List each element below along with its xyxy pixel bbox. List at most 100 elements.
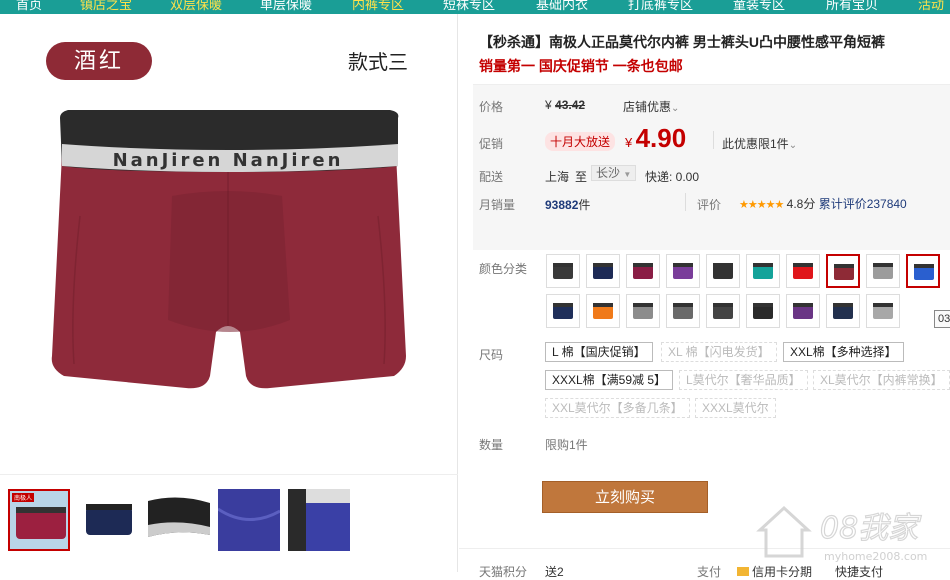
size-option[interactable]: XXXL莫代尔 [695, 398, 776, 418]
sales-count: 93882 [545, 198, 579, 212]
size-option[interactable]: XXL棉【多种选择】 [783, 342, 904, 362]
swatch-waistband [914, 264, 934, 268]
size-option[interactable]: XL莫代尔【内裤常换】 [813, 370, 950, 390]
swatch-waistband [553, 303, 573, 307]
nav-item-double-warm[interactable]: 双层保暖 [170, 0, 222, 13]
style-label: 款式三 [348, 52, 408, 74]
color-badge: 酒红 [46, 42, 152, 80]
swatch-waistband [673, 303, 693, 307]
size-option[interactable]: XL 棉【闪电发货】 [661, 342, 777, 362]
sales-label: 月销量 [479, 198, 516, 212]
divider [713, 131, 714, 149]
color-swatch[interactable] [706, 294, 740, 328]
color-swatch[interactable] [786, 294, 820, 328]
swatch-waistband [673, 263, 693, 267]
city-value: 长沙 [596, 166, 621, 180]
swatch-waistband [713, 303, 733, 307]
rating: ★★★★★ 4.8分 累计评价237840 [739, 195, 907, 212]
swatch-waistband [633, 263, 653, 267]
product-image[interactable]: NanJiren NanJiren [50, 106, 406, 406]
promo-label: 促销 [479, 137, 504, 151]
color-swatch[interactable] [666, 294, 700, 328]
swatch-waistband [633, 303, 653, 307]
product-info: 【秒杀通】南极人正品莫代尔内裤 男士裤头U凸中腰性感平角短裤 销量第一 国庆促销… [459, 14, 950, 579]
color-swatch[interactable] [586, 294, 620, 328]
price-label: 价格 [479, 100, 504, 114]
thumbnail-2[interactable] [78, 489, 140, 551]
nav-item-socks[interactable]: 短袜专区 [443, 0, 495, 13]
color-swatch[interactable] [546, 254, 580, 288]
sales-unit: 件 [578, 198, 591, 212]
swatch-waistband [793, 303, 813, 307]
limit-dropdown[interactable]: 此优惠限1件⌄ [722, 135, 797, 152]
color-label: 颜色分类 [479, 262, 528, 276]
color-swatch[interactable] [706, 254, 740, 288]
original-price: ¥ 43.42 [545, 98, 585, 112]
star-rating-icon: ★★★★★ [739, 199, 784, 211]
product-title: 【秒杀通】南极人正品莫代尔内裤 男士裤头U凸中腰性感平角短裤 [479, 34, 885, 50]
color-swatch[interactable] [666, 254, 700, 288]
size-option[interactable]: XXXL棉【满59减 5】 [545, 370, 674, 390]
promo-tag: 十月大放送 [545, 132, 616, 151]
color-swatch[interactable] [906, 254, 940, 288]
product-subtitle: 销量第一 国庆促销节 一条也包邮 [479, 58, 683, 74]
watermark-title: 08我家 [820, 511, 922, 546]
swatch-waistband [593, 303, 613, 307]
color-swatch[interactable] [626, 254, 660, 288]
color-swatch[interactable] [826, 294, 860, 328]
sales-count-wrap: 93882件 [545, 196, 590, 213]
triangle-down-icon: ▼ [623, 170, 632, 179]
nav-item-home[interactable]: 首页 [16, 0, 42, 13]
nav-item-leggings[interactable]: 打底裤专区 [628, 0, 693, 13]
quantity-label: 数量 [479, 438, 504, 452]
swatch-waistband [873, 303, 893, 307]
thumbnail-3[interactable] [148, 489, 210, 551]
rating-score: 4.8分 [786, 197, 816, 211]
nav-item-underwear[interactable]: 内裤专区 [352, 0, 404, 13]
watermark-logo: 08我家 myhome2008.com [756, 505, 927, 563]
thumb-brand-mark: 南极人 [14, 494, 32, 502]
nav-item-all[interactable]: 所有宝贝 [826, 0, 878, 13]
color-swatch[interactable] [746, 254, 780, 288]
nav-item-events[interactable]: 活动 [918, 0, 944, 13]
delivery-label: 配送 [479, 170, 504, 184]
swatch-waistband [753, 303, 773, 307]
color-swatch[interactable] [546, 294, 580, 328]
thumbnail-1[interactable]: 南极人 [8, 489, 70, 551]
tooltip: 03 [934, 310, 950, 328]
nav-item-kids[interactable]: 童装专区 [733, 0, 785, 13]
swatch-waistband [873, 263, 893, 267]
current-price: ¥ 4.90 [625, 123, 686, 154]
size-label: 尺码 [479, 348, 504, 362]
store-discount-label: 店铺优惠 [623, 100, 672, 114]
size-option[interactable]: L 棉【国庆促销】 [545, 342, 653, 362]
swatch-waistband [553, 263, 573, 267]
nav-item-featured[interactable]: 镇店之宝 [80, 0, 132, 13]
thumbnail-strip: 南极人 [0, 474, 458, 572]
swatch-waistband [793, 263, 813, 267]
color-swatch[interactable] [826, 254, 860, 288]
buy-now-button[interactable]: 立刻购买 [542, 481, 708, 513]
currency-symbol: ¥ [545, 98, 552, 112]
color-swatch[interactable] [746, 294, 780, 328]
product-gallery: 酒红 款式三 NanJiren NanJiren 南极人 [0, 14, 458, 572]
color-swatch[interactable] [786, 254, 820, 288]
color-swatch[interactable] [586, 254, 620, 288]
top-nav: 首页 镇店之宝 双层保暖 单层保暖 内裤专区 短袜专区 基础内衣 打底裤专区 童… [0, 0, 950, 14]
color-swatch[interactable] [866, 254, 900, 288]
store-discount-dropdown[interactable]: 店铺优惠⌄ [623, 98, 679, 115]
nav-item-basics[interactable]: 基础内衣 [536, 0, 588, 13]
swatch-waistband [593, 263, 613, 267]
original-price-value: 43.42 [555, 98, 586, 112]
thumbnail-5[interactable] [288, 489, 350, 551]
size-option[interactable]: L莫代尔【奢华品质】 [679, 370, 808, 390]
color-swatch[interactable] [866, 294, 900, 328]
limit-note: 此优惠限1件 [722, 137, 789, 151]
size-option[interactable]: XXL莫代尔【多备几条】 [545, 398, 690, 418]
review-count-link[interactable]: 累计评价237840 [819, 197, 907, 211]
swatch-waistband [713, 263, 733, 267]
nav-item-single-warm[interactable]: 单层保暖 [260, 0, 312, 13]
city-select[interactable]: 长沙 ▼ [591, 165, 637, 181]
color-swatch[interactable] [626, 294, 660, 328]
thumbnail-4[interactable] [218, 489, 280, 551]
